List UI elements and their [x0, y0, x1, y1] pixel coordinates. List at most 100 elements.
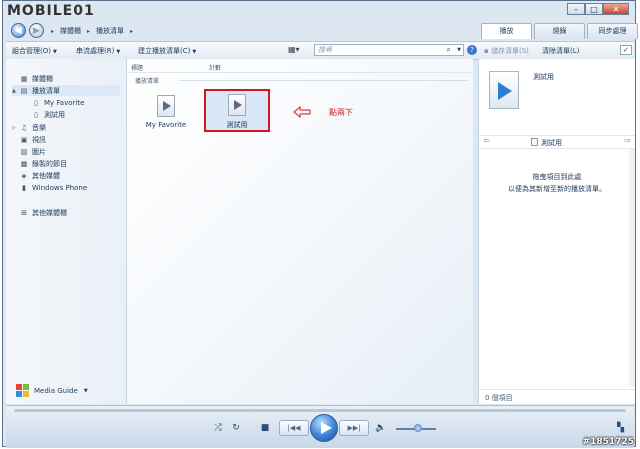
list-nav: ⇦ 測試用 ⇨	[479, 135, 635, 149]
chevron-down-icon: ▼	[83, 387, 88, 394]
tab-sync[interactable]: 同步處理	[587, 23, 638, 39]
sidebar-item-label: Windows Phone	[32, 183, 88, 192]
playlist-item-highlighted[interactable]: 測試用	[204, 89, 270, 132]
column-title[interactable]: 標題	[131, 63, 143, 72]
forward-arrow-icon: ▶	[33, 26, 40, 36]
sidebar-item-label: 播放清單	[32, 86, 60, 95]
search-input[interactable]: 搜尋 ⌕ ▼	[314, 44, 464, 56]
breadcrumb-item[interactable]: 播放清單	[96, 26, 124, 36]
breadcrumb-item[interactable]: 媒體櫃	[60, 26, 81, 36]
forward-button[interactable]: ▶	[29, 23, 44, 38]
toolbar: 組合管理(O) ▼ 串流處理(R) ▼ 建立播放清單(C) ▼ ▦▾ 搜尋 ⌕ ▼ ?…	[6, 41, 634, 60]
chevron-down-icon[interactable]: ▼	[457, 45, 461, 55]
list-footer-divider	[479, 389, 635, 390]
maximize-button[interactable]: □	[585, 3, 603, 15]
sidebar-item-label: 圖片	[32, 147, 46, 156]
back-button[interactable]: ◀	[11, 23, 26, 38]
stream-menu[interactable]: 串流處理(R) ▼	[76, 46, 120, 56]
sidebar-item[interactable]: ▷ ♫ 音樂	[12, 122, 120, 133]
sidebar-item-label: 其他媒體	[32, 171, 60, 180]
item-count: 0 個項目	[485, 394, 513, 402]
back-arrow-icon[interactable]: ⇦	[483, 136, 490, 145]
tab-burn[interactable]: 燒錄	[534, 23, 585, 39]
stop-icon[interactable]: ■	[260, 421, 270, 435]
playlist-label: 測試用	[226, 121, 248, 129]
post-id: #1851725	[582, 437, 634, 447]
clear-list-label: 清除清單(L)	[542, 47, 580, 55]
expander-icon[interactable]: ▷	[12, 125, 20, 131]
help-icon[interactable]: ?	[467, 45, 477, 55]
search-placeholder: 搜尋	[318, 46, 332, 54]
expander-icon[interactable]: ▲	[12, 88, 20, 94]
sidebar-item-label: 錄製的節目	[32, 159, 67, 168]
sidebar-item[interactable]: ◈ 其他媒體	[12, 170, 120, 181]
mute-icon[interactable]: 🔈	[375, 421, 387, 435]
tab-strip: 播放 燒錄 同步處理	[481, 23, 640, 39]
media-player-window: MOBILE01 – □ ✕ ◀ ▶ ▸ 媒體櫃 ▸ 播放清單 ▸ 播放 燒錄 …	[2, 0, 638, 448]
minimize-button[interactable]: –	[567, 3, 585, 15]
tab-play[interactable]: 播放	[481, 23, 532, 39]
play-icon	[321, 422, 332, 434]
playlist-doc-icon	[228, 94, 246, 116]
drop-hint: 拖曳項目到此處 以便為其新增至新的播放清單。	[479, 171, 635, 195]
switch-to-now-playing-icon[interactable]: ▚	[617, 423, 624, 433]
save-icon: ▪	[484, 47, 491, 55]
breadcrumb-chevron-icon: ▸	[51, 27, 55, 35]
playlist-doc-icon: ▯	[34, 110, 38, 119]
create-playlist-label: 建立播放清單(C)	[138, 47, 191, 55]
media-guide-button[interactable]: Media Guide ▼	[16, 384, 88, 397]
volume-slider-handle[interactable]	[414, 424, 422, 432]
player-controls: ⤮ ↻ ■ |◀◀ ▶▶| 🔈 ▚	[6, 405, 634, 448]
watermark-logo: MOBILE01	[7, 3, 95, 19]
other-libraries-icon: ⊞	[21, 208, 27, 217]
annotation-arrow-icon	[293, 106, 311, 118]
list-pane: 測試用 ⇦ 測試用 ⇨ 拖曳項目到此處 以便為其新增至新的播放清單。 0 個項目	[478, 59, 635, 404]
next-button[interactable]: ▶▶|	[339, 420, 369, 436]
play-button[interactable]	[310, 414, 338, 442]
playlist-doc-icon	[157, 95, 175, 117]
sidebar-item[interactable]: ▩ 錄製的節目	[12, 158, 120, 169]
sidebar-item[interactable]: ▨ 圖片	[12, 146, 120, 157]
music-icon: ♫	[20, 123, 28, 132]
recorded-tv-icon: ▩	[20, 159, 28, 168]
sidebar-item-label: 媒體櫃	[32, 74, 53, 83]
forward-arrow-icon[interactable]: ⇨	[624, 136, 631, 145]
create-playlist-menu[interactable]: 建立播放清單(C) ▼	[138, 46, 196, 56]
sidebar-item[interactable]: ▯ 測試用	[32, 109, 120, 120]
save-list-button[interactable]: ▪ 儲存清單(S)	[484, 46, 529, 56]
list-options-icon[interactable]: ✓	[620, 45, 632, 55]
column-header: 標題 計數	[127, 61, 473, 73]
playlist-item[interactable]: My Favorite	[136, 95, 196, 129]
sidebar-item[interactable]: ▲ ▤ 播放清單	[12, 85, 120, 96]
playlist-label: My Favorite	[145, 121, 187, 129]
repeat-icon[interactable]: ↻	[230, 421, 242, 435]
sidebar-item-label: 視訊	[32, 135, 46, 144]
seek-bar[interactable]	[14, 409, 626, 412]
sidebar-item-label: 其他媒體櫃	[32, 208, 67, 217]
sidebar-item[interactable]: ⊞ 其他媒體櫃	[12, 207, 120, 218]
breadcrumb: ▸ 媒體櫃 ▸ 播放清單 ▸	[51, 26, 133, 36]
column-count[interactable]: 計數	[209, 63, 221, 72]
sidebar-item-label: 音樂	[32, 123, 46, 132]
search-icon[interactable]: ⌕	[447, 45, 451, 55]
breadcrumb-chevron-icon: ▸	[130, 27, 134, 35]
sidebar-item[interactable]: ▯ My Favorite	[32, 97, 120, 108]
organize-menu[interactable]: 組合管理(O) ▼	[12, 46, 57, 56]
picture-icon: ▨	[20, 147, 28, 156]
list-title[interactable]: 測試用	[533, 72, 554, 82]
shuffle-icon[interactable]: ⤮	[212, 421, 224, 435]
list-scrollbar[interactable]	[629, 149, 635, 387]
playlist-item: 測試用	[207, 94, 267, 130]
media-guide-label: Media Guide	[34, 386, 78, 395]
previous-button[interactable]: |◀◀	[279, 420, 309, 436]
view-options-icon[interactable]: ▦▾	[288, 45, 304, 55]
sidebar-item[interactable]: ▣ 視訊	[12, 134, 120, 145]
chevron-down-icon: ▼	[116, 49, 121, 55]
sidebar-item[interactable]: ▮ Windows Phone	[12, 182, 120, 193]
close-button[interactable]: ✕	[603, 3, 629, 15]
sidebar-item[interactable]: ▦ 媒體櫃	[12, 73, 120, 84]
playlist-icon: ▤	[20, 86, 28, 95]
clear-list-button[interactable]: 清除清單(L)	[542, 46, 579, 56]
drop-hint-line: 以便為其新增至新的播放清單。	[508, 185, 606, 193]
section-divider	[179, 80, 469, 81]
